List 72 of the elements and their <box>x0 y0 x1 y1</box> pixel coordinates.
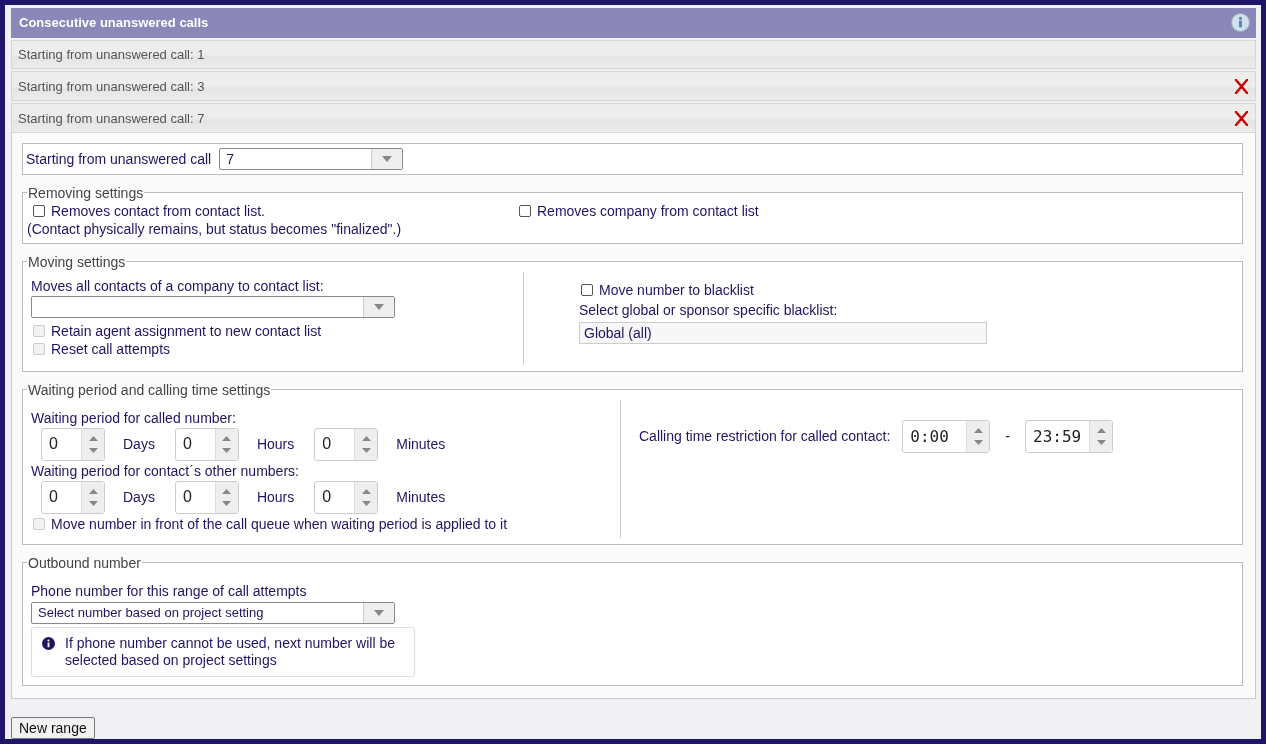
note-text: (Contact physically remains, but status becomes "finalized".) <box>27 221 403 237</box>
checkbox-label: Move number to blacklist <box>599 282 754 298</box>
number-field[interactable]: 0 <box>314 428 379 461</box>
delete-icon[interactable] <box>1234 78 1249 94</box>
down-arrow-icon[interactable] <box>222 448 232 453</box>
range-header[interactable]: Starting from unanswered call: 7 <box>11 103 1256 133</box>
checkbox[interactable] <box>581 284 593 296</box>
caret-icon <box>374 304 384 310</box>
number-field[interactable]: 0 <box>174 481 239 514</box>
checkbox[interactable] <box>33 205 45 217</box>
phone-number-dropdown[interactable]: Select number based on project setting <box>31 602 395 624</box>
down-arrow-icon[interactable] <box>361 448 371 453</box>
range-label: Starting from unanswered call: 7 <box>18 110 205 126</box>
group-legend: Outbound number <box>27 555 142 571</box>
unit-label: Hours <box>255 489 296 506</box>
field-label: Waiting period for contact´s other numbers: <box>31 463 300 479</box>
down-arrow-icon[interactable] <box>88 501 98 506</box>
up-arrow-icon[interactable] <box>222 489 232 494</box>
time-field[interactable]: 23:59 <box>1025 420 1113 453</box>
checkbox-label: Reset call attempts <box>51 341 171 357</box>
checkbox-label: Move number in front of the call queue when waiting period is applied to it <box>51 516 508 532</box>
field-label: Waiting period for called number: <box>31 410 237 426</box>
field-label: Moves all contacts of a company to contact list: <box>31 278 325 294</box>
number-field[interactable]: 0 <box>41 481 105 514</box>
panel-title: Consecutive unanswered calls <box>19 15 209 31</box>
down-arrow-icon[interactable] <box>222 501 232 506</box>
down-arrow-icon[interactable] <box>1096 440 1106 445</box>
range-header[interactable]: Starting from unanswered call: 3 <box>11 71 1256 102</box>
field-label: Starting from unanswered call <box>26 151 212 167</box>
field-label: Phone number for this range of call attempts <box>31 583 308 599</box>
time-field[interactable]: 0:00 <box>902 420 991 453</box>
up-arrow-icon[interactable] <box>1096 428 1106 433</box>
up-arrow-icon[interactable] <box>88 436 98 441</box>
call-number-dropdown[interactable]: 7 <box>219 148 404 170</box>
field-label: Select global or sponsor specific blacklist: <box>579 302 839 318</box>
group-legend: Waiting period and calling time settings <box>27 382 272 398</box>
group-legend: Removing settings <box>27 185 145 201</box>
caret-icon <box>382 156 393 162</box>
up-arrow-icon[interactable] <box>361 489 371 494</box>
caret-icon <box>374 610 384 616</box>
unit-label: Days <box>122 489 156 506</box>
contact-list-dropdown[interactable] <box>31 296 395 318</box>
range-label: Starting from unanswered call: 1 <box>18 47 205 63</box>
unit-label: Minutes <box>395 436 447 453</box>
number-field[interactable]: 0 <box>41 428 105 461</box>
checkbox[interactable] <box>519 205 531 217</box>
checkbox-label: Removes company from contact list <box>537 203 759 219</box>
up-arrow-icon[interactable] <box>222 436 232 441</box>
number-field[interactable]: 0 <box>314 481 379 514</box>
down-arrow-icon[interactable] <box>88 448 98 453</box>
checkbox-label: Removes contact from contact list. <box>51 203 265 219</box>
unit-label: Minutes <box>395 489 447 506</box>
down-arrow-icon[interactable] <box>361 501 371 506</box>
field-label: Calling time restriction for called contact: <box>639 428 891 445</box>
number-field[interactable]: 0 <box>174 428 239 461</box>
checkbox-label: Retain agent assignment to new contact list <box>51 323 322 339</box>
group-legend: Moving settings <box>27 254 127 270</box>
unit-label: Days <box>122 436 156 453</box>
range-separator: - <box>1004 428 1011 445</box>
up-arrow-icon[interactable] <box>361 436 371 441</box>
info-text: If phone number cannot be used, next number will be selected based on project settings <box>65 635 396 669</box>
unit-label: Hours <box>255 436 296 453</box>
range-label: Starting from unanswered call: 3 <box>18 78 205 94</box>
blacklist-field[interactable]: Global (all) <box>579 322 987 344</box>
down-arrow-icon[interactable] <box>973 440 983 445</box>
range-header[interactable]: Starting from unanswered call: 1 <box>11 39 1256 70</box>
up-arrow-icon[interactable] <box>88 489 98 494</box>
new-range-button[interactable]: New range <box>11 717 95 739</box>
info-icon[interactable] <box>1231 13 1250 33</box>
up-arrow-icon[interactable] <box>973 428 983 433</box>
delete-icon[interactable] <box>1234 110 1249 126</box>
info-icon <box>42 637 55 650</box>
